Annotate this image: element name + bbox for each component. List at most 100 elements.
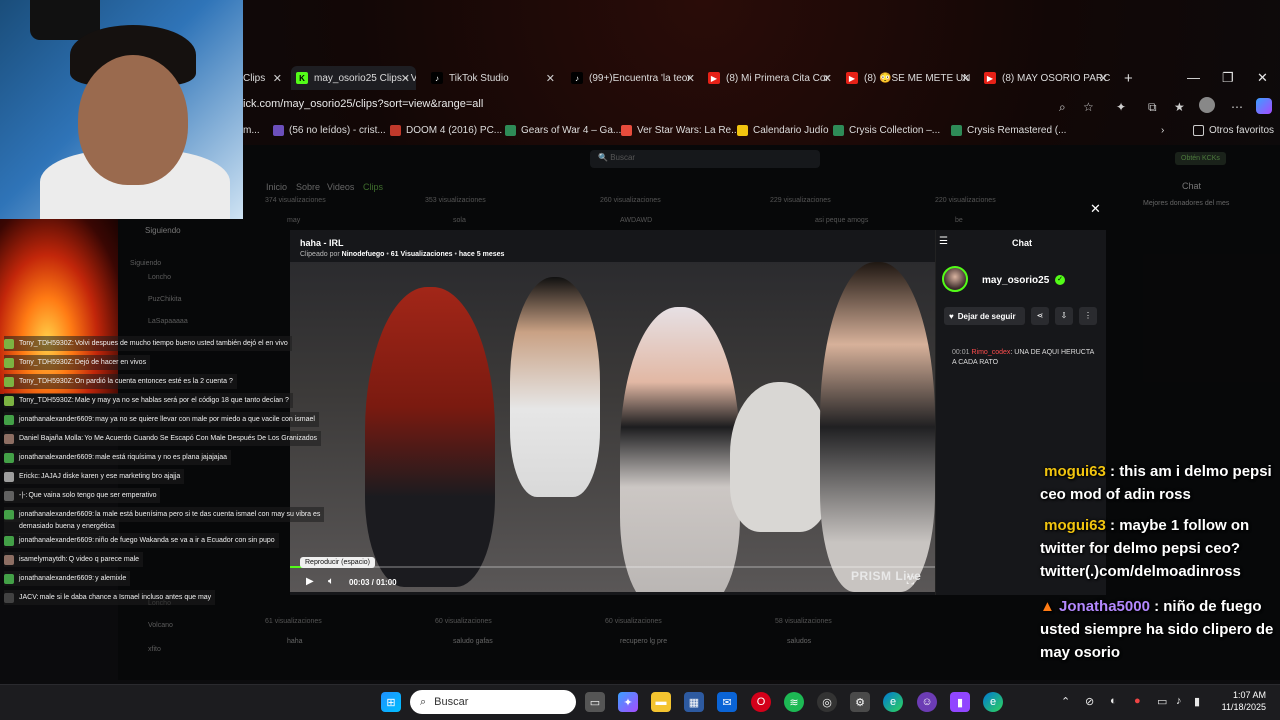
taskbar-clock[interactable]: 1:07 AM 11/18/2025 [1216,689,1266,713]
maximize-icon[interactable]: ❐ [1222,70,1234,86]
streaming-app-icon[interactable]: ▮ [950,692,970,712]
tab-tiktok[interactable]: ♪ (99+)Encuentra 'la teor ✕ [571,66,701,90]
zoom-icon[interactable]: ⌕ [1059,100,1066,115]
chat-app-icon[interactable]: ☺ [917,692,937,712]
close-icon[interactable]: ✕ [686,72,695,85]
display-icon[interactable]: ▭ [1157,695,1167,708]
copilot-icon[interactable]: ✦ [618,692,638,712]
store-icon[interactable]: ▦ [684,692,704,712]
edge-icon[interactable]: e [883,692,903,712]
folder-icon [1193,125,1204,136]
close-icon[interactable]: ✕ [546,72,555,85]
other-favorites[interactable]: Otros favoritos [1193,125,1274,136]
video-progress[interactable] [290,566,935,568]
tab-tiktok-studio[interactable]: ♪ TikTok Studio ✕ [431,66,561,90]
tab-clips[interactable]: Clips ✕ [243,66,288,90]
clip-card-views: 260 visualizaciones [600,197,661,204]
clip-card-views: 353 visualizaciones [425,197,486,204]
clip-card-views: 220 visualizaciones [935,197,996,204]
profile-avatar[interactable] [1199,97,1215,113]
big-chat-user: mogui63 [1044,463,1106,480]
sidebar-channel[interactable]: xfito [148,646,161,653]
bookmark-item[interactable]: m... [243,125,260,136]
spotify-icon[interactable]: ≋ [784,692,804,712]
bookmark-item[interactable]: Crysis Collection –... [833,125,940,136]
tab-may-clips[interactable]: K may_osorio25 Clips - V ✕ [291,66,416,90]
close-modal-icon[interactable]: ✕ [1090,201,1101,217]
chevron-right-icon[interactable]: › [1161,125,1164,136]
windows-start-icon[interactable]: ⊞ [381,692,401,712]
task-view-icon[interactable]: ▭ [585,692,605,712]
clipper-name[interactable]: Ninodefuego [342,251,385,258]
microphone-icon[interactable]: ● [1134,695,1141,707]
big-chat-line: mogui63 : this am i delmo pepsi ceo mod … [1040,460,1280,506]
sidebar-channel[interactable]: Volcano [148,622,173,629]
bookmark-item[interactable]: Crysis Remastered (... [951,125,1066,136]
tab-youtube[interactable]: ▶ (8) MAY OSORIO PARC ✕ [984,66,1114,90]
nav-about[interactable]: Sobre [296,182,320,192]
video-player[interactable] [290,262,935,592]
sidebar-channel[interactable]: LaSapaaaaa [148,318,188,325]
url-text[interactable]: ick.com/may_osorio25/clips?sort=view&ran… [243,98,483,110]
tab-youtube[interactable]: ▶ (8) 😳SE ME METE UN ✕ [846,66,976,90]
close-icon[interactable]: ✕ [401,72,410,85]
close-icon[interactable]: ✕ [823,72,832,85]
extensions-icon[interactable]: ✦ [1116,100,1126,114]
clip-card-views: 60 visualizaciones [435,618,492,625]
bookmark-item[interactable]: Gears of War 4 – Ga... [505,125,621,136]
download-icon[interactable]: ⇩ [1055,307,1073,325]
fullscreen-icon[interactable]: ⛶ [907,576,914,587]
message-user[interactable]: Rimo_codex [971,349,1010,356]
clip-age: hace 5 meses [458,251,505,258]
app-icon[interactable]: ◎ [817,692,837,712]
collections-icon[interactable]: ⧉ [1148,100,1157,115]
nav-home[interactable]: Inicio [266,182,287,192]
chevron-up-icon[interactable]: ⌃ [1061,695,1070,708]
edge-icon[interactable]: e [983,692,1003,712]
network-off-icon[interactable]: ⊘ [1085,695,1094,708]
more-icon[interactable]: ⋯ [1231,100,1243,114]
sidebar-channel[interactable]: PuzChikita [148,296,181,303]
chat-menu-icon[interactable]: ☰ [939,236,948,247]
close-window-icon[interactable]: ✕ [1257,70,1268,86]
sidebar-channel[interactable]: Loncho [148,274,171,281]
minimize-icon[interactable]: — [1187,70,1200,85]
kick-search-input[interactable]: 🔍 Buscar [590,150,820,168]
following-toggle[interactable]: Siguiendo [145,226,181,235]
nav-clips[interactable]: Clips [363,182,383,192]
more-options-icon[interactable]: ⋮ [1079,307,1097,325]
video-person [365,287,495,587]
taskbar-search[interactable]: ⌕ Buscar [410,690,576,714]
file-explorer-icon[interactable]: ▬ [651,692,671,712]
bookmark-item[interactable]: Calendario Judío [737,125,829,136]
battery-icon[interactable]: ▮ [1194,695,1200,708]
speaker-icon[interactable]: ♪ [1176,695,1182,707]
outlook-icon[interactable]: ✉ [717,692,737,712]
channel-name[interactable]: may_osorio25 [982,275,1049,286]
verified-icon: ✓ [1055,275,1065,285]
nav-videos[interactable]: Videos [327,182,354,192]
share-icon[interactable]: ⋖ [1031,307,1049,325]
close-icon[interactable]: ✕ [273,72,282,85]
new-tab-button[interactable]: + [1124,66,1140,90]
vpn-icon[interactable]: ◐ [1110,695,1117,707]
channel-avatar[interactable] [942,266,968,292]
bookmark-item[interactable]: DOOM 4 (2016) PC... [390,125,502,136]
badge-icon [4,357,14,368]
address-bar[interactable]: ick.com/may_osorio25/clips?sort=view&ran… [243,96,1280,118]
close-icon[interactable]: ✕ [961,72,970,85]
copilot-icon[interactable] [1256,98,1272,114]
youtube-icon: ▶ [708,72,720,84]
opera-icon[interactable]: O [751,692,771,712]
tab-youtube[interactable]: ▶ (8) Mi Primera Cita Cor ✕ [708,66,838,90]
bookmark-item[interactable]: Ver Star Wars: La Re... [621,125,739,136]
heart-icon: ♥ [949,311,954,321]
close-icon[interactable]: ✕ [1099,72,1108,85]
earn-kicks-button[interactable]: Obtén KCKs [1175,152,1226,165]
star-icon[interactable]: ☆ [1083,100,1094,114]
unfollow-button[interactable]: ♥ Dejar de seguir [944,307,1025,325]
tab-label: (8) 😳SE ME METE UN [864,72,971,84]
settings-icon[interactable]: ⚙ [850,692,870,712]
favorites-icon[interactable]: ★ [1174,100,1185,114]
bookmark-item[interactable]: (56 no leídos) - crist... [273,125,386,136]
